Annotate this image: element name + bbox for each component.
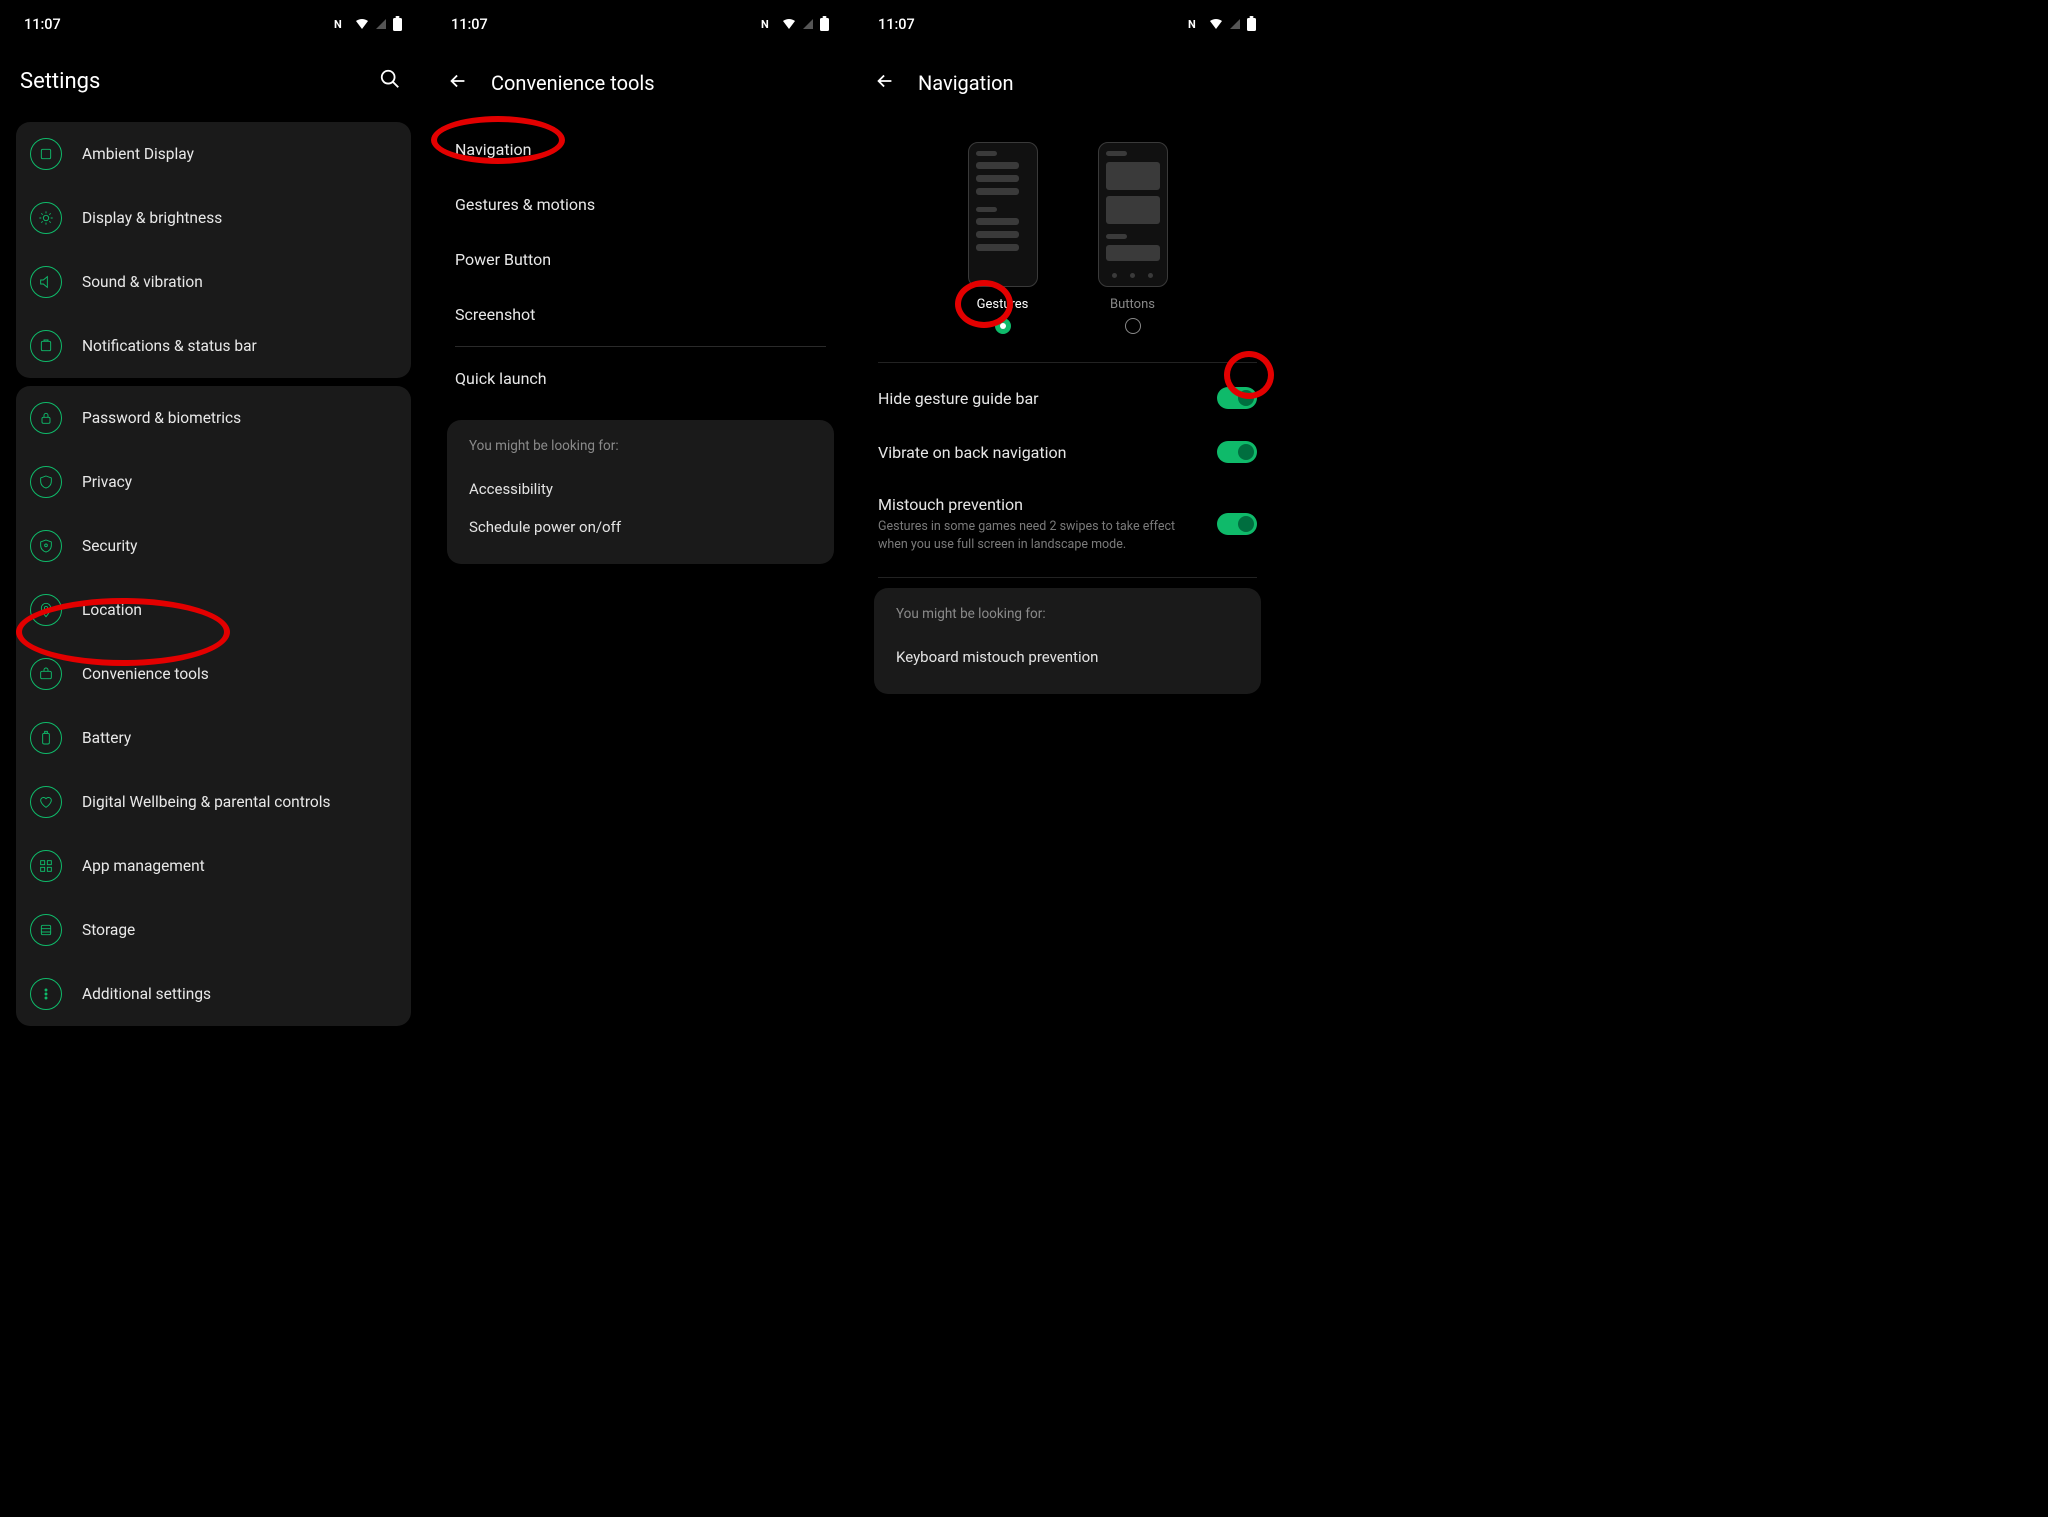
row-ambient-display[interactable]: Ambient Display (16, 122, 411, 186)
heart-icon (30, 786, 62, 818)
suggest-title: You might be looking for: (896, 606, 1239, 622)
row-battery[interactable]: Battery (16, 706, 411, 770)
suggest-title: You might be looking for: (469, 438, 812, 454)
nfc-icon: N (1188, 17, 1204, 31)
wifi-icon (781, 17, 797, 31)
status-time: 11:07 (451, 16, 488, 33)
svg-text:N: N (761, 18, 769, 31)
status-bar: 11:07 N (0, 0, 427, 44)
screen-settings: 11:07 N Settings Ambient Display Display… (0, 0, 427, 948)
back-icon[interactable] (874, 70, 896, 96)
lock-icon (30, 402, 62, 434)
row-additional-settings[interactable]: Additional settings (16, 962, 411, 1026)
divider (455, 346, 826, 347)
battery-icon (1246, 16, 1257, 32)
row-location[interactable]: Location (16, 578, 411, 642)
battery-icon (819, 16, 830, 32)
nfc-icon: N (334, 17, 350, 31)
tools-icon (30, 658, 62, 690)
row-screenshot[interactable]: Screenshot (427, 287, 854, 342)
radio-gestures[interactable] (995, 318, 1011, 334)
nav-style-selector: Gestures Buttons (854, 142, 1281, 334)
header: Navigation (854, 44, 1281, 122)
battery-setting-icon (30, 722, 62, 754)
nfc-icon: N (761, 17, 777, 31)
switch-mistouch-prevention[interactable] (1217, 513, 1257, 535)
status-time: 11:07 (878, 16, 915, 33)
signal-icon (1228, 17, 1242, 31)
svg-text:N: N (334, 18, 342, 31)
row-security[interactable]: Security (16, 514, 411, 578)
apps-icon (30, 850, 62, 882)
suggest-card: You might be looking for: Accessibility … (447, 420, 834, 564)
radio-buttons[interactable] (1125, 318, 1141, 334)
screen-navigation: 11:07 N Navigation Gestures (854, 0, 1281, 948)
row-digital-wellbeing[interactable]: Digital Wellbeing & parental controls (16, 770, 411, 834)
option-buttons[interactable]: Buttons (1098, 142, 1168, 334)
status-icons: N (334, 16, 403, 32)
row-display-brightness[interactable]: Display & brightness (16, 186, 411, 250)
status-time: 11:07 (24, 16, 61, 33)
screen-convenience-tools: 11:07 N Convenience tools Navigation Ges… (427, 0, 854, 948)
page-title: Settings (20, 69, 100, 94)
option-gestures[interactable]: Gestures (968, 142, 1038, 334)
wifi-icon (354, 17, 370, 31)
more-icon (30, 978, 62, 1010)
option-label: Gestures (977, 297, 1029, 312)
row-gestures-motions[interactable]: Gestures & motions (427, 177, 854, 232)
battery-icon (392, 16, 403, 32)
status-icons: N (1188, 16, 1257, 32)
divider (878, 577, 1257, 578)
status-bar: 11:07 N (854, 0, 1281, 44)
settings-group-1: Ambient Display Display & brightness Sou… (16, 122, 411, 378)
search-icon[interactable] (379, 68, 401, 94)
row-password-biometrics[interactable]: Password & biometrics (16, 386, 411, 450)
suggest-card: You might be looking for: Keyboard misto… (874, 588, 1261, 694)
signal-icon (374, 17, 388, 31)
privacy-icon (30, 466, 62, 498)
suggest-keyboard-mistouch[interactable]: Keyboard mistouch prevention (896, 638, 1239, 676)
toggle-mistouch-prevention[interactable]: Mistouch prevention Gestures in some gam… (854, 479, 1281, 569)
row-sound-vibration[interactable]: Sound & vibration (16, 250, 411, 314)
preview-gestures-icon (968, 142, 1038, 287)
row-navigation[interactable]: Navigation (427, 122, 854, 177)
suggest-schedule-power[interactable]: Schedule power on/off (469, 508, 812, 546)
location-icon (30, 594, 62, 626)
wifi-icon (1208, 17, 1224, 31)
settings-group-2: Password & biometrics Privacy Security L… (16, 386, 411, 1026)
header: Convenience tools (427, 44, 854, 122)
sound-icon (30, 266, 62, 298)
row-quick-launch[interactable]: Quick launch (427, 351, 854, 406)
header-title: Convenience tools (491, 71, 834, 95)
back-icon[interactable] (447, 70, 469, 96)
row-storage[interactable]: Storage (16, 898, 411, 962)
notification-icon (30, 330, 62, 362)
svg-text:N: N (1188, 18, 1196, 31)
preview-buttons-icon (1098, 142, 1168, 287)
header-title: Navigation (918, 71, 1261, 95)
ambient-icon (30, 138, 62, 170)
signal-icon (801, 17, 815, 31)
row-convenience-tools[interactable]: Convenience tools (16, 642, 411, 706)
row-notifications[interactable]: Notifications & status bar (16, 314, 411, 378)
suggest-accessibility[interactable]: Accessibility (469, 470, 812, 508)
row-privacy[interactable]: Privacy (16, 450, 411, 514)
divider (878, 362, 1257, 363)
row-power-button[interactable]: Power Button (427, 232, 854, 287)
status-bar: 11:07 N (427, 0, 854, 44)
toggle-hide-gesture-bar[interactable]: Hide gesture guide bar (854, 371, 1281, 425)
storage-icon (30, 914, 62, 946)
row-app-management[interactable]: App management (16, 834, 411, 898)
option-label: Buttons (1110, 297, 1155, 312)
switch-vibrate-back[interactable] (1217, 441, 1257, 463)
toggle-vibrate-back[interactable]: Vibrate on back navigation (854, 425, 1281, 479)
brightness-icon (30, 202, 62, 234)
status-icons: N (761, 16, 830, 32)
switch-hide-gesture-bar[interactable] (1217, 387, 1257, 409)
security-icon (30, 530, 62, 562)
